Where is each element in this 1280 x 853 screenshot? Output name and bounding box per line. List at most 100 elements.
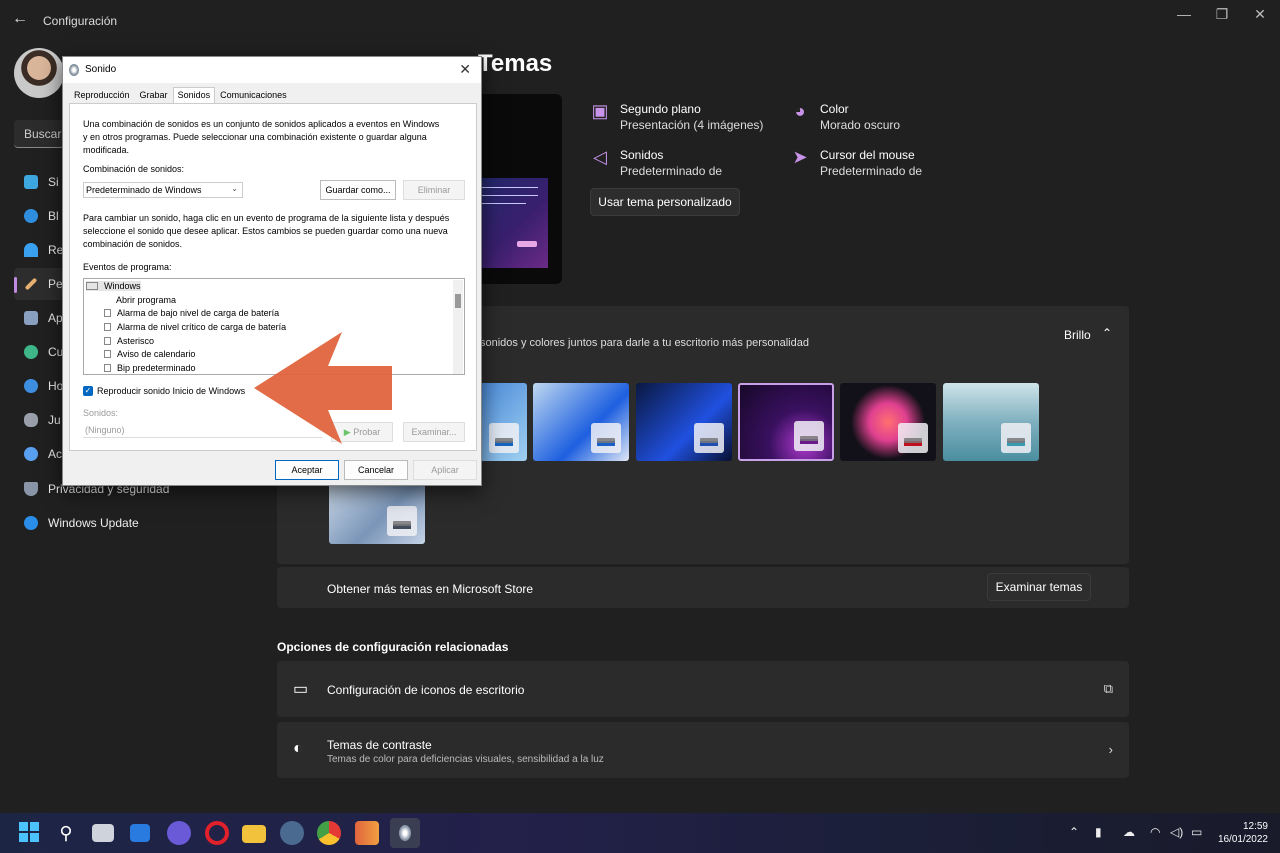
start-icon[interactable] [17, 821, 41, 845]
apply-button[interactable]: Aplicar [413, 460, 477, 480]
background-property[interactable]: ▣ Segundo plano Presentación (4 imágenes) [590, 101, 763, 133]
monitor-icon: ▭ [293, 681, 309, 698]
accessibility-icon [24, 447, 38, 461]
dialog-tabs: Reproducción Grabar Sonidos Comunicacion… [69, 87, 292, 103]
ok-button[interactable]: Aceptar [275, 460, 339, 480]
list-item[interactable]: Alarma de nivel crítico de carga de bate… [104, 322, 286, 332]
folder-icon [86, 282, 98, 290]
preview-line [482, 203, 526, 204]
event-label: Windows [104, 281, 141, 291]
list-item[interactable]: Windows [86, 281, 141, 291]
volume-icon[interactable]: ◁) [1170, 825, 1183, 839]
close-icon[interactable]: ✕ [1240, 6, 1280, 23]
annotation-arrow-icon [254, 332, 392, 444]
speaker-icon [399, 825, 411, 841]
change-instructions: Para cambiar un sonido, haga clic en un … [83, 213, 450, 249]
file-explorer-icon[interactable] [242, 825, 266, 843]
theme-thumbnail-selected[interactable] [738, 383, 834, 461]
theme-swatch [898, 423, 928, 453]
theme-thumbnail[interactable] [840, 383, 936, 461]
browse-button[interactable]: Examinar... [403, 422, 465, 442]
theme-swatch [489, 423, 519, 453]
event-label: Alarma de nivel crítico de carga de bate… [117, 322, 287, 332]
theme-thumbnail[interactable] [636, 383, 732, 461]
property-label: Segundo plano [620, 102, 701, 116]
list-item[interactable]: Aviso de calendario [104, 349, 195, 359]
speaker-icon: ◁ [593, 147, 607, 167]
property-label: Sonidos [620, 148, 664, 162]
page-title: Temas [478, 50, 553, 77]
property-label: Cursor del mouse [820, 148, 915, 162]
speaker-icon [104, 323, 111, 331]
scrollbar[interactable] [453, 280, 463, 374]
contrast-icon: ◐ [293, 740, 303, 757]
tab-communications[interactable]: Comunicaciones [215, 87, 292, 103]
list-item[interactable]: Abrir programa [116, 295, 176, 305]
list-item[interactable]: Asterisco [104, 336, 154, 346]
desktop-icons-setting[interactable]: ▭ Configuración de iconos de escritorio … [277, 661, 1129, 717]
save-as-button[interactable]: Guardar como... [320, 180, 396, 200]
chevron-up-icon[interactable]: ⌃ [1102, 326, 1112, 340]
widgets-icon[interactable] [130, 824, 150, 842]
property-value: Predeterminado de [820, 164, 923, 178]
cancel-button[interactable]: Cancelar [344, 460, 408, 480]
cursor-property[interactable]: ➤ Cursor del mouse Predeterminado de [790, 147, 922, 179]
clock[interactable]: 12:59 16/01/2022 [1218, 820, 1268, 846]
delete-button[interactable]: Eliminar [403, 180, 465, 200]
bluetooth-icon [24, 209, 38, 223]
app-icon[interactable] [355, 821, 379, 845]
opera-icon[interactable] [205, 821, 229, 845]
speaker-icon [104, 350, 111, 358]
use-custom-theme-button[interactable]: Usar tema personalizado [590, 188, 740, 216]
settings-gear-icon[interactable] [280, 821, 304, 845]
theme-swatch [387, 506, 417, 536]
close-icon[interactable]: ✕ [459, 61, 471, 78]
startup-sound-checkbox[interactable]: ✓ [83, 386, 93, 396]
speaker-icon [104, 309, 111, 317]
back-arrow-icon[interactable]: ← [12, 10, 28, 28]
sidebar-item-label: Si [48, 175, 59, 189]
speaker-icon [104, 364, 111, 372]
sidebar-item-label: Bl [48, 209, 59, 223]
event-label: Aviso de calendario [117, 349, 196, 359]
sound-scheme-select[interactable]: Predeterminado de Windows ⌄ [83, 182, 243, 198]
tab-recording[interactable]: Grabar [135, 87, 173, 103]
chat-icon[interactable] [167, 821, 191, 845]
meter-icon[interactable]: ▮ [1095, 825, 1102, 839]
scrollbar-thumb[interactable] [455, 294, 461, 308]
maximize-icon[interactable]: ❐ [1202, 6, 1242, 23]
theme-swatch [1001, 423, 1031, 453]
sidebar-item-windows-update[interactable]: Windows Update [14, 507, 254, 539]
theme-swatch [591, 423, 621, 453]
gamepad-icon [24, 413, 38, 427]
browse-themes-button[interactable]: Examinar temas [987, 573, 1091, 601]
property-value: Morado oscuro [820, 118, 901, 132]
chevron-up-icon[interactable]: ⌃ [1069, 825, 1079, 839]
minimize-icon[interactable]: — [1164, 6, 1204, 22]
contrast-themes-setting[interactable]: ◐ Temas de contraste Temas de color para… [277, 722, 1129, 778]
row-subtitle: Temas de color para deficiencias visuale… [327, 754, 604, 765]
color-property[interactable]: ◕ Color Morado oscuro [790, 101, 900, 133]
preview-line [482, 187, 538, 188]
task-view-icon[interactable] [92, 824, 114, 842]
tab-playback[interactable]: Reproducción [69, 87, 135, 103]
battery-icon[interactable]: ▭ [1191, 825, 1202, 839]
list-item[interactable]: Bip predeterminado [104, 363, 196, 373]
sound-control-panel-icon[interactable] [390, 818, 420, 848]
search-input[interactable]: Buscar [14, 120, 64, 148]
globe-clock-icon [24, 379, 38, 393]
search-icon[interactable]: ⚲ [54, 821, 78, 845]
event-label: Bip predeterminado [117, 363, 196, 373]
speaker-icon [104, 337, 111, 345]
sidebar-item-label: Pe [48, 277, 63, 291]
cloud-icon[interactable]: ☁ [1123, 825, 1135, 839]
theme-thumbnail[interactable] [943, 383, 1039, 461]
wifi-icon[interactable]: ◠ [1150, 825, 1160, 839]
theme-thumbnail[interactable] [533, 383, 629, 461]
avatar[interactable] [14, 48, 64, 98]
list-item[interactable]: Alarma de bajo nivel de carga de batería [104, 308, 279, 318]
chrome-icon[interactable] [317, 821, 341, 845]
tab-sounds[interactable]: Sonidos [172, 87, 216, 103]
sounds-property[interactable]: ◁ Sonidos Predeterminado de [590, 147, 722, 179]
account-icon [24, 345, 38, 359]
